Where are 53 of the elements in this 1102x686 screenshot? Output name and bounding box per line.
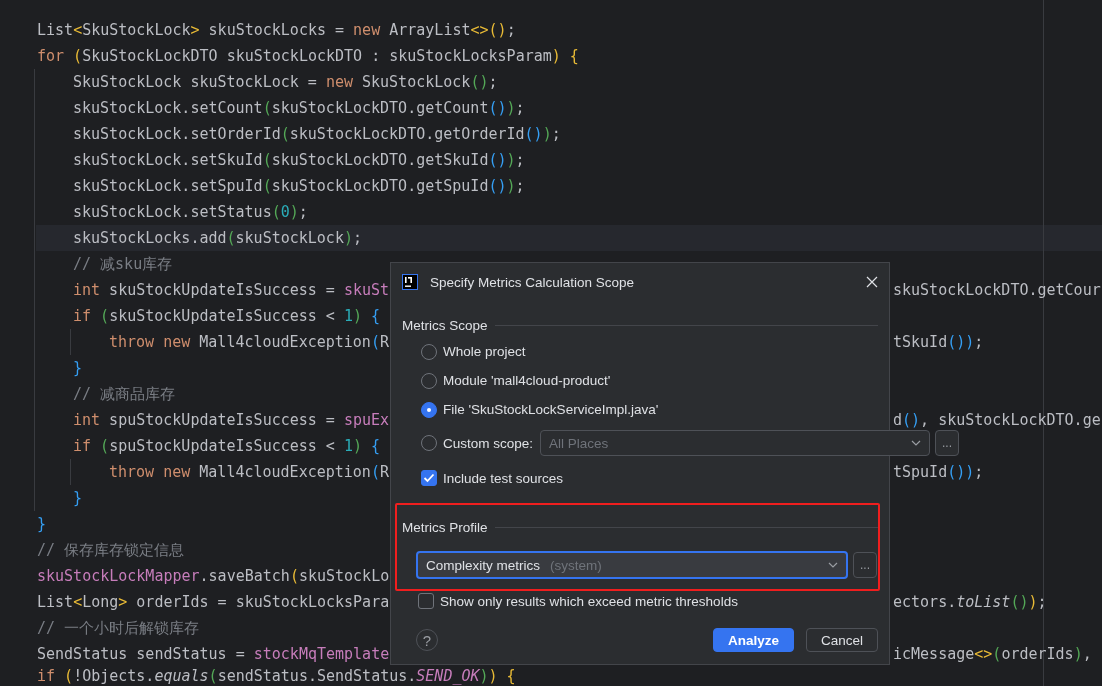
code-line: if (!Objects.equals(sendStatus.SendStatus.SEND_OK)) {: [37, 667, 516, 685]
code-line: throw new Mall4cloudException(R: [109, 463, 389, 481]
checkbox-label[interactable]: Include test sources: [443, 470, 564, 486]
code-line: List<Long> orderIds = skuStockLocksPara: [37, 593, 390, 611]
code-line: skuStockLocks.add(skuStockLock);: [73, 229, 362, 247]
radio-label[interactable]: Module 'mall4cloud-product': [443, 373, 611, 388]
radio-label[interactable]: File 'SkuStockLockServiceImpl.java': [443, 402, 659, 417]
code-line: // 一个小时后解锁库存: [37, 619, 200, 637]
code-line: List<SkuStockLock> skuStockLocks = new ArrayList<>();: [37, 21, 516, 39]
code-line: skuStockLock.setCount(skuStockLockDTO.getCount());: [73, 99, 525, 117]
section-heading: Metrics Scope: [402, 317, 488, 333]
checkbox[interactable]: [421, 470, 437, 486]
checkbox[interactable]: [418, 593, 434, 609]
code-line: }: [73, 359, 83, 377]
code-line: SendStatus sendStatus = stockMqTemplate: [37, 645, 390, 663]
code-line: tSkuId());: [893, 332, 984, 353]
checkbox-label[interactable]: Show only results which exceed metric thresholds: [440, 593, 738, 609]
code-line: int skuStockUpdateIsSuccess = skuSt: [73, 281, 390, 299]
code-line: // 减sku库存: [73, 255, 173, 273]
code-line: // 减商品库存: [73, 385, 176, 403]
close-button[interactable]: [866, 276, 878, 288]
code-line: int spuStockUpdateIsSuccess = spuEx: [73, 411, 390, 429]
code-line: // 保存库存锁定信息: [37, 541, 185, 559]
code-line: throw new Mall4cloudException(R: [109, 333, 389, 351]
code-line: }: [73, 489, 83, 507]
code-line: icMessage<>(orderIds),: [893, 644, 1092, 665]
dropdown[interactable]: Complexity metrics (system): [416, 551, 848, 579]
analyze-button[interactable]: Analyze: [712, 628, 794, 652]
code-line: skuStockLock.setStatus(0);: [73, 203, 308, 221]
caret-icon: [911, 440, 922, 446]
caret-icon: [828, 562, 838, 568]
code-line: d(), skuStockLockDTO.ge: [893, 410, 1101, 431]
radio-label[interactable]: Whole project: [443, 344, 526, 359]
code-line: tSpuId());: [893, 462, 984, 483]
code-line: skuStockLock.setSkuId(skuStockLockDTO.getSkuId());: [73, 151, 525, 169]
dialog-title: Specify Metrics Calculation Scope: [430, 274, 636, 290]
cancel-button[interactable]: Cancel: [805, 628, 878, 652]
code-line: skuStockLockMapper.saveBatch(skuStockLo: [37, 567, 390, 585]
browse-button[interactable]: ...: [853, 552, 877, 578]
code-line: ectors.toList());: [893, 592, 1047, 613]
code-line: }: [37, 515, 47, 533]
code-line: if (skuStockUpdateIsSuccess < 1) {: [73, 307, 381, 325]
code-line: if (spuStockUpdateIsSuccess < 1) {: [73, 437, 381, 455]
section-heading: Metrics Profile: [402, 519, 488, 535]
code-line: SkuStockLock skuStockLock = new SkuStockLock();: [73, 73, 498, 91]
code-line: skuStockLockDTO.getCour: [893, 280, 1101, 301]
app-logo-icon: [402, 274, 418, 290]
dropdown-hint: (system): [550, 557, 602, 573]
code-line: skuStockLock.setOrderId(skuStockLockDTO.getOrderId());: [73, 125, 561, 143]
code-line: skuStockLock.setSpuId(skuStockLockDTO.getSpuId());: [73, 177, 525, 195]
radio-label[interactable]: Custom scope:: [443, 435, 534, 451]
code-line: for (SkuStockLockDTO skuStockLockDTO : skuStockLocksParam) {: [37, 47, 579, 65]
radio-button[interactable]: [421, 401, 437, 418]
